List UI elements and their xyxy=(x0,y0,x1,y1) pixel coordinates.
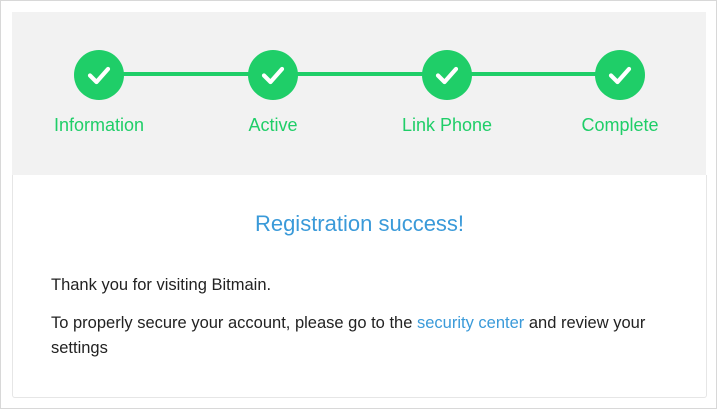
success-card: Registration success! Thank you for visi… xyxy=(12,175,707,398)
success-title: Registration success! xyxy=(254,211,465,236)
security-instructions-prefix: To properly secure your account, please … xyxy=(51,314,417,332)
step-connector-1 xyxy=(99,72,273,76)
thank-you-message: Thank you for visiting Bitmain. xyxy=(51,276,272,294)
security-center-link[interactable]: security center xyxy=(417,314,524,332)
security-instructions: To properly secure your account, please … xyxy=(51,311,671,361)
step-complete-circle xyxy=(595,50,645,100)
progress-stepper: Information Active Link Phone Complete xyxy=(12,12,706,175)
step-label-information: Information xyxy=(53,115,145,135)
step-label-link-phone: Link Phone xyxy=(401,115,493,135)
thank-you-text: Thank you for visiting Bitmain. xyxy=(51,273,671,298)
check-icon xyxy=(261,66,285,85)
check-icon xyxy=(87,66,111,85)
step-label-active: Active xyxy=(248,115,298,135)
check-icon xyxy=(608,66,632,85)
step-label-complete: Complete xyxy=(581,115,659,135)
step-complete-circle xyxy=(248,50,298,100)
step-complete-circle xyxy=(422,50,472,100)
step-complete-circle xyxy=(74,50,124,100)
registration-frame: Information Active Link Phone Complete R… xyxy=(0,0,717,409)
check-icon xyxy=(435,66,459,85)
step-connector-2 xyxy=(273,72,447,76)
